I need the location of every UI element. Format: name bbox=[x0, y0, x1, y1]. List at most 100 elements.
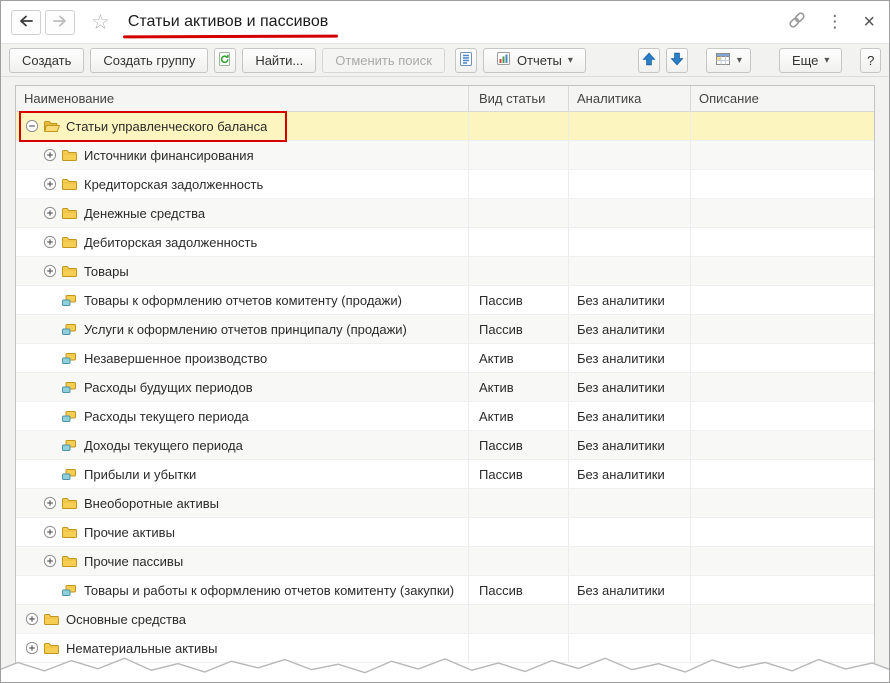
reports-button[interactable]: Отчеты ▾ bbox=[482, 47, 586, 73]
cell-description bbox=[690, 518, 874, 546]
item-icon bbox=[61, 584, 79, 597]
move-down-button[interactable] bbox=[665, 47, 688, 73]
folder-icon bbox=[61, 206, 79, 220]
cell-name: Внеоборотные активы bbox=[16, 489, 468, 517]
cell-kind: Пассив bbox=[468, 431, 568, 459]
row-label: Расходы будущих периодов bbox=[84, 379, 253, 395]
cell-analytics: Без аналитики bbox=[568, 460, 690, 488]
table-row[interactable]: Расходы будущих периодов Актив Без аналити… bbox=[16, 373, 874, 402]
expand-toggle-icon[interactable] bbox=[42, 177, 57, 192]
folder-icon bbox=[61, 554, 79, 568]
cell-kind bbox=[468, 228, 568, 256]
cancel-search-button[interactable]: Отменить поиск bbox=[322, 47, 445, 73]
cell-name: Нематериальные активы bbox=[16, 634, 468, 662]
cell-kind: Актив bbox=[468, 373, 568, 401]
item-icon bbox=[61, 439, 79, 452]
forward-arrow-icon bbox=[52, 15, 68, 30]
chevron-down-icon: ▾ bbox=[824, 54, 830, 66]
close-icon[interactable]: × bbox=[863, 12, 875, 32]
folder-icon bbox=[61, 496, 79, 510]
table-row[interactable]: Денежные средства bbox=[16, 199, 874, 228]
item-icon bbox=[61, 410, 79, 423]
table-row[interactable]: Кредиторская задолженность bbox=[16, 170, 874, 199]
column-header-kind[interactable]: Вид статьи bbox=[468, 86, 568, 111]
cell-kind bbox=[468, 518, 568, 546]
table-row[interactable]: Незавершенное производство Актив Без анали… bbox=[16, 344, 874, 373]
expand-toggle-icon[interactable] bbox=[24, 641, 39, 656]
table-row[interactable]: Расходы текущего периода Актив Без аналити… bbox=[16, 402, 874, 431]
expand-toggle-icon[interactable] bbox=[42, 235, 57, 250]
row-label: Статьи управленческого баланса bbox=[66, 118, 268, 134]
cell-description bbox=[690, 286, 874, 314]
cell-analytics bbox=[568, 112, 690, 140]
link-icon[interactable] bbox=[788, 11, 806, 34]
table-row[interactable]: Основные средства bbox=[16, 605, 874, 634]
more-button[interactable]: Еще ▾ bbox=[778, 47, 843, 73]
cell-description bbox=[690, 257, 874, 285]
create-group-button[interactable]: Создать группу bbox=[90, 47, 209, 73]
column-header-analytics[interactable]: Аналитика bbox=[568, 86, 690, 111]
table-row[interactable]: Внеоборотные активы bbox=[16, 489, 874, 518]
cell-kind bbox=[468, 141, 568, 169]
back-button[interactable] bbox=[11, 9, 41, 35]
table-row[interactable]: Товары bbox=[16, 257, 874, 286]
table-row[interactable]: Нематериальные активы bbox=[16, 634, 874, 663]
expand-toggle-icon[interactable] bbox=[42, 264, 57, 279]
cell-description bbox=[690, 634, 874, 662]
table-row[interactable]: Дебиторская задолженность bbox=[16, 228, 874, 257]
table-row[interactable]: Прочие активы bbox=[16, 518, 874, 547]
find-button[interactable]: Найти... bbox=[242, 47, 317, 73]
favorite-star-icon[interactable]: ☆ bbox=[91, 12, 110, 33]
content-area: Наименование Вид статьи Аналитика Описан… bbox=[1, 77, 889, 682]
column-header-name[interactable]: Наименование bbox=[16, 86, 468, 111]
cell-analytics: Без аналитики bbox=[568, 286, 690, 314]
cell-kind: Пассив bbox=[468, 286, 568, 314]
output-list-button[interactable]: ▾ bbox=[705, 47, 751, 73]
folder-icon bbox=[61, 177, 79, 191]
expand-toggle-icon[interactable] bbox=[42, 148, 57, 163]
expand-toggle-icon[interactable] bbox=[42, 206, 57, 221]
cell-description bbox=[690, 431, 874, 459]
collapse-toggle-icon[interactable] bbox=[24, 119, 39, 134]
create-button[interactable]: Создать bbox=[9, 47, 85, 73]
table-row[interactable]: Источники финансирования bbox=[16, 141, 874, 170]
table-row[interactable]: Статьи управленческого баланса bbox=[16, 111, 874, 142]
cell-description bbox=[690, 228, 874, 256]
expand-toggle-icon[interactable] bbox=[42, 554, 57, 569]
expand-toggle-icon[interactable] bbox=[42, 496, 57, 511]
row-label: Основные средства bbox=[66, 611, 186, 627]
column-header-description[interactable]: Описание bbox=[690, 86, 874, 111]
row-label: Товары к оформлению отчетов комитенту (п… bbox=[84, 292, 402, 308]
table-row[interactable]: Услуги к оформлению отчетов принципалу (… bbox=[16, 315, 874, 344]
table-row[interactable]: Товары к оформлению отчетов комитенту (п… bbox=[16, 286, 874, 315]
table-row[interactable]: Прибыли и убытки Пассив Без аналитики bbox=[16, 460, 874, 489]
create-by-copy-button[interactable] bbox=[214, 47, 237, 73]
expand-toggle-icon[interactable] bbox=[42, 525, 57, 540]
folder-icon bbox=[61, 235, 79, 249]
cell-analytics bbox=[568, 634, 690, 662]
table-row[interactable]: Товары и работы к оформлению отчетов ком… bbox=[16, 576, 874, 605]
cell-description bbox=[690, 344, 874, 372]
cell-kind bbox=[468, 170, 568, 198]
list-settings-button[interactable] bbox=[454, 47, 477, 73]
cell-name: Статьи управленческого баланса bbox=[16, 112, 468, 140]
chevron-down-icon: ▾ bbox=[736, 54, 742, 66]
kebab-menu-icon[interactable]: ⋮ bbox=[826, 12, 843, 32]
help-button[interactable]: ? bbox=[860, 47, 881, 73]
cell-analytics: Без аналитики bbox=[568, 344, 690, 372]
document-refresh-icon bbox=[217, 51, 233, 70]
folder-icon bbox=[61, 264, 79, 278]
move-up-button[interactable] bbox=[637, 47, 660, 73]
row-label: Незавершенное производство bbox=[84, 350, 268, 366]
forward-button[interactable] bbox=[45, 9, 75, 35]
row-label: Расходы текущего периода bbox=[84, 408, 249, 424]
table-row[interactable]: Прочие пассивы bbox=[16, 547, 874, 576]
down-arrow-icon bbox=[669, 51, 685, 70]
table-row[interactable]: Доходы текущего периода Пассив Без аналити… bbox=[16, 431, 874, 460]
item-icon bbox=[61, 352, 79, 365]
cell-description bbox=[690, 315, 874, 343]
expand-toggle-icon[interactable] bbox=[24, 612, 39, 627]
cell-description bbox=[690, 402, 874, 430]
